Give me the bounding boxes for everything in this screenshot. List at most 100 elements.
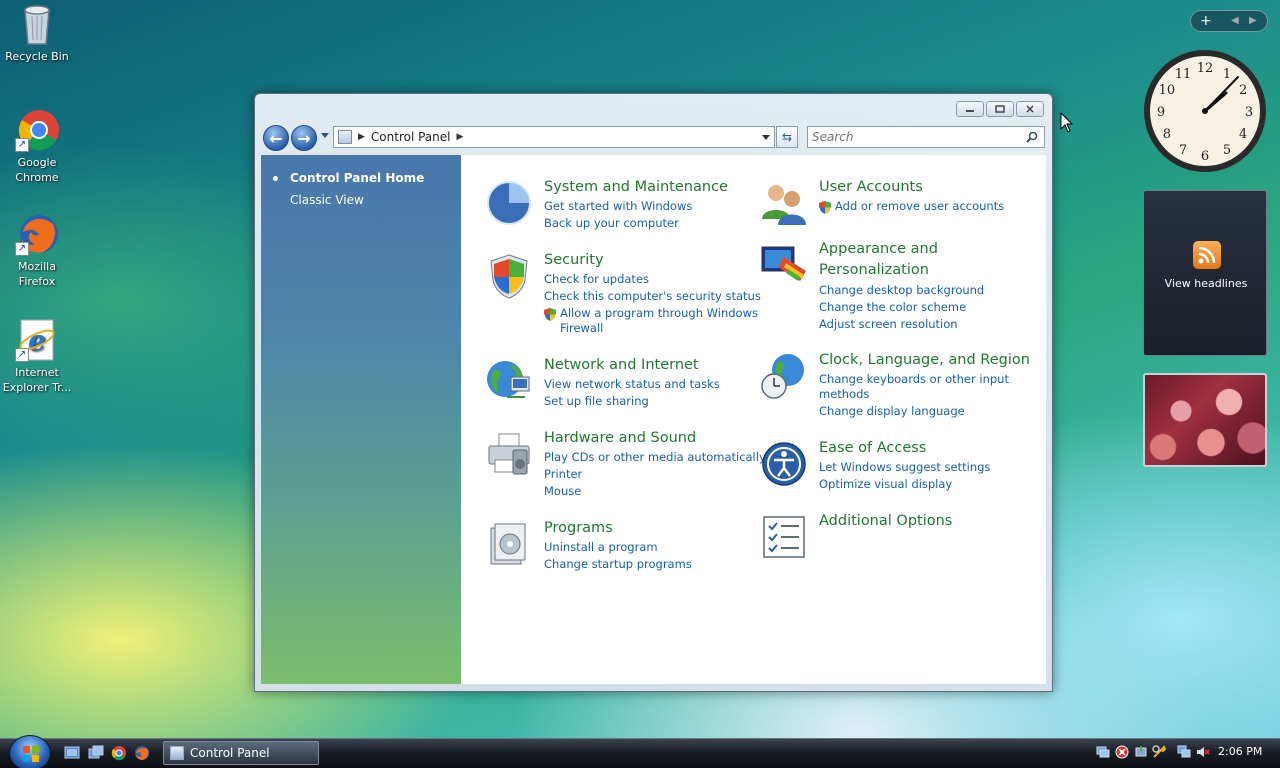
category-link[interactable]: Allow a program through Windows — [560, 306, 758, 320]
recent-pages-dropdown[interactable] — [321, 133, 329, 138]
network-tray-icon[interactable] — [1096, 745, 1110, 759]
clock-number: 7 — [1179, 143, 1187, 158]
desktop-icon-label: Recycle Bin — [5, 50, 69, 63]
clock-number: 11 — [1175, 67, 1192, 82]
network-connection-tray-icon[interactable] — [1177, 745, 1191, 759]
next-page-icon[interactable]: ▶ — [1249, 11, 1257, 31]
desktop-icon-label: Internet Explorer Tr... — [2, 366, 72, 394]
start-button[interactable] — [9, 735, 51, 768]
forward-button[interactable]: → — [291, 125, 317, 151]
control-panel-window: ← → ▶ Control Panel ▶ ⇆ Control Panel Ho… — [254, 93, 1053, 692]
category-link[interactable]: Change startup programs — [544, 557, 692, 571]
control-panel-icon — [338, 130, 352, 144]
category-title[interactable]: Additional Options — [819, 513, 952, 529]
forward-arrow-icon: → — [297, 128, 311, 148]
category-link[interactable]: Uninstall a program — [544, 540, 658, 554]
category-title[interactable]: Network and Internet — [544, 357, 699, 373]
category-view: System and Maintenance Get started with … — [461, 155, 1046, 684]
category-title[interactable]: Hardware and Sound — [544, 430, 696, 446]
category-link[interactable]: View network status and tasks — [544, 377, 720, 391]
search-box[interactable] — [807, 126, 1045, 148]
feed-headlines-gadget[interactable]: View headlines — [1143, 190, 1267, 356]
taskbar-clock[interactable]: 2:06 PM — [1218, 745, 1262, 758]
clock-number: 1 — [1223, 67, 1231, 82]
control-panel-home-link[interactable]: Control Panel Home — [290, 171, 424, 185]
chrome-icon: ↗ — [15, 108, 59, 152]
category-link[interactable]: Change display language — [819, 404, 965, 418]
category-title[interactable]: Clock, Language, and Region — [819, 352, 1030, 368]
breadcrumb-chevron-icon[interactable]: ▶ — [358, 132, 365, 142]
category-link[interactable]: Check for updates — [544, 272, 649, 286]
selected-bullet-icon — [273, 176, 278, 181]
category-link[interactable]: methods — [819, 387, 869, 401]
desktop-icon-recycle-bin[interactable]: Recycle Bin — [0, 2, 74, 64]
category-link[interactable]: Check this computer's security status — [544, 289, 761, 303]
rss-feed-icon — [1193, 241, 1221, 269]
safely-remove-hardware-tray-icon[interactable] — [1134, 745, 1148, 759]
category-title[interactable]: Security — [544, 252, 604, 268]
close-button[interactable] — [1016, 101, 1044, 117]
category-link[interactable]: Let Windows suggest settings — [819, 460, 990, 474]
category-title[interactable]: Programs — [544, 520, 613, 536]
back-arrow-icon: ← — [269, 128, 283, 148]
category-link[interactable]: Change keyboards or other input — [819, 372, 1009, 386]
desktop-icon-mozilla-firefox[interactable]: ↗ Mozilla Firefox — [0, 212, 74, 289]
classic-view-link[interactable]: Classic View — [290, 193, 364, 207]
category-title-line2[interactable]: Personalization — [819, 262, 929, 278]
taskbar-control-panel-button[interactable]: Control Panel — [163, 741, 319, 765]
volume-muted-tray-icon[interactable] — [1196, 745, 1210, 759]
category-link[interactable]: Set up file sharing — [544, 394, 649, 408]
search-icon[interactable] — [1026, 131, 1038, 143]
security-alert-tray-icon[interactable] — [1115, 745, 1129, 759]
appearance-icon — [761, 246, 806, 281]
maximize-button[interactable] — [986, 101, 1014, 117]
slideshow-gadget[interactable] — [1143, 373, 1267, 467]
category-link[interactable]: Play CDs or other media automatically — [544, 450, 766, 464]
checklist-icon — [763, 516, 805, 558]
category-title[interactable]: Appearance and — [819, 241, 938, 257]
back-button[interactable]: ← — [263, 125, 289, 151]
category-link[interactable]: Adjust screen resolution — [819, 317, 958, 331]
category-title[interactable]: Ease of Access — [819, 440, 926, 456]
switch-windows-icon[interactable] — [88, 745, 104, 761]
category-link[interactable]: Change desktop background — [819, 283, 984, 297]
clock-number: 12 — [1197, 61, 1214, 76]
address-dropdown-icon[interactable] — [762, 135, 770, 140]
category-link[interactable]: Printer — [544, 467, 582, 481]
hardware-printer-icon — [488, 433, 530, 475]
category-link[interactable]: Change the color scheme — [819, 300, 966, 314]
search-input[interactable] — [808, 130, 1018, 144]
uac-shield-icon — [819, 201, 831, 214]
category-link[interactable]: Firewall — [560, 321, 603, 335]
navigation-bar: ← → ▶ Control Panel ▶ ⇆ — [263, 124, 1045, 151]
add-gadget-icon[interactable]: + — [1200, 11, 1212, 31]
breadcrumb-chevron-icon[interactable]: ▶ — [457, 132, 464, 142]
category-link[interactable]: Get started with Windows — [544, 199, 692, 213]
category-link[interactable]: Mouse — [544, 484, 581, 498]
sidebar-controls: + ◀ ▶ — [1190, 10, 1268, 32]
clock-number: 2 — [1239, 83, 1247, 98]
show-desktop-icon[interactable] — [64, 745, 80, 761]
desktop-icon-internet-explorer[interactable]: e ↗ Internet Explorer Tr... — [0, 318, 74, 395]
category-link[interactable]: Add or remove user accounts — [835, 199, 1004, 213]
windows-logo-icon — [23, 746, 39, 762]
category-link[interactable]: Back up your computer — [544, 216, 679, 230]
category-link[interactable]: Optimize visual display — [819, 477, 952, 491]
previous-page-icon[interactable]: ◀ — [1231, 11, 1239, 31]
clock-number: 9 — [1157, 105, 1165, 120]
security-shield-icon — [490, 254, 528, 299]
ease-of-access-icon — [762, 442, 806, 486]
chrome-quicklaunch-icon[interactable] — [111, 745, 127, 761]
desktop-icon-google-chrome[interactable]: ↗ Google Chrome — [0, 108, 74, 185]
category-title[interactable]: System and Maintenance — [544, 179, 728, 195]
minimize-button[interactable] — [956, 101, 984, 117]
category-title[interactable]: User Accounts — [819, 179, 923, 195]
breadcrumb-control-panel[interactable]: Control Panel — [371, 130, 451, 144]
tools-tray-icon[interactable] — [1152, 745, 1166, 759]
clock-gadget[interactable]: 12 1 2 3 4 5 6 7 8 9 10 11 — [1142, 48, 1268, 174]
refresh-button[interactable]: ⇆ — [776, 126, 798, 148]
address-bar[interactable]: ▶ Control Panel ▶ — [333, 126, 775, 148]
desktop-icon-label: Mozilla Firefox — [18, 260, 56, 288]
firefox-quicklaunch-icon[interactable] — [134, 745, 150, 761]
uac-shield-icon — [544, 308, 556, 321]
